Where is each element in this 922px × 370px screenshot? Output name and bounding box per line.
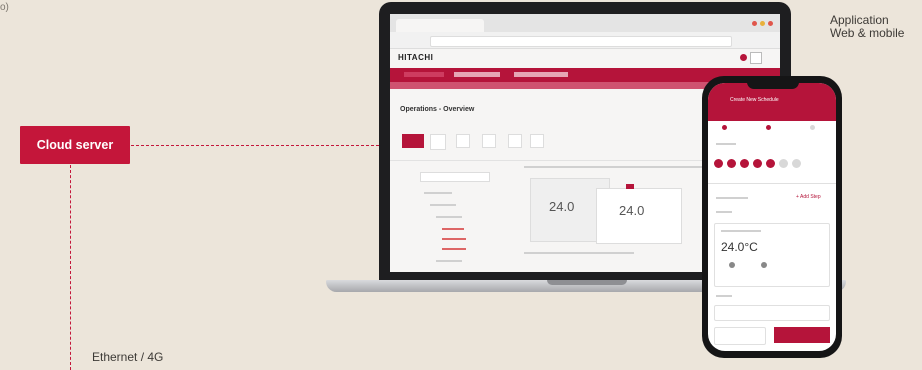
unit-temperature: 24.0 (549, 199, 575, 214)
corner-label: o) (0, 2, 9, 13)
add-step-button[interactable]: + Add Step (796, 194, 821, 200)
day-circle (753, 159, 762, 168)
tree-item (442, 228, 464, 230)
ethernet-label: Ethernet / 4G (92, 350, 164, 364)
filter-chip (456, 134, 470, 148)
application-label: Application Web & mobile (830, 14, 904, 40)
laptop-hinge-notch (547, 280, 627, 285)
filter-chip (482, 134, 496, 148)
tree-item (436, 216, 462, 218)
unit-temperature: 24.0 (619, 203, 645, 218)
progress-step (766, 125, 771, 130)
tree-item (430, 204, 456, 206)
step-card: 24.0°C (714, 223, 830, 287)
day-circle (779, 159, 788, 168)
phone-notch (747, 80, 799, 89)
panel-header-line (524, 252, 634, 254)
nav-item (454, 72, 500, 77)
next-button[interactable] (774, 327, 830, 343)
filter-chip (508, 134, 522, 148)
nav-item (404, 72, 444, 77)
unit-status-icon (626, 184, 634, 189)
notification-icon (740, 54, 747, 61)
tree-item (436, 260, 462, 262)
back-button[interactable] (714, 327, 766, 345)
cloud-server-box: Cloud server (20, 126, 130, 164)
step-label (716, 295, 732, 297)
day-label (716, 143, 736, 145)
user-icon (750, 52, 762, 64)
progress-step (722, 125, 727, 130)
connector-to-ethernet (70, 165, 71, 370)
application-label-line-2: Web & mobile (830, 26, 905, 40)
step-temperature: 24.0°C (721, 240, 758, 254)
schedule-steps-label (716, 197, 748, 199)
unit-card: 24.0 (596, 188, 682, 244)
progress-step (810, 125, 815, 130)
window-min-dot (760, 21, 765, 26)
day-circle (740, 159, 749, 168)
browser-tab (396, 19, 484, 32)
window-max-dot (768, 21, 773, 26)
hitachi-logo: HITACHI (398, 53, 434, 62)
nav-item (514, 72, 568, 77)
step-field (721, 230, 761, 232)
day-circle (792, 159, 801, 168)
tree-item (442, 248, 466, 250)
phone-header-title: Create New Schedule (730, 97, 779, 103)
filter-chip-active (402, 134, 424, 148)
url-field (430, 36, 732, 47)
phone-screen: Create New Schedule + Add Step 24.0°C (708, 83, 836, 351)
day-circle (766, 159, 775, 168)
tree-item (424, 192, 452, 194)
page-title: Operations - Overview (400, 106, 475, 113)
window-close-dot (752, 21, 757, 26)
fan-icon (761, 262, 767, 268)
tree-search (420, 172, 490, 182)
day-circle (727, 159, 736, 168)
day-circle (714, 159, 723, 168)
divider (708, 183, 836, 184)
mode-icon (729, 262, 735, 268)
step-label (716, 211, 732, 213)
filter-chip (530, 134, 544, 148)
filter-chip (430, 134, 446, 150)
connector-to-application (131, 145, 379, 146)
step-card (714, 305, 830, 321)
tree-item (442, 238, 466, 240)
